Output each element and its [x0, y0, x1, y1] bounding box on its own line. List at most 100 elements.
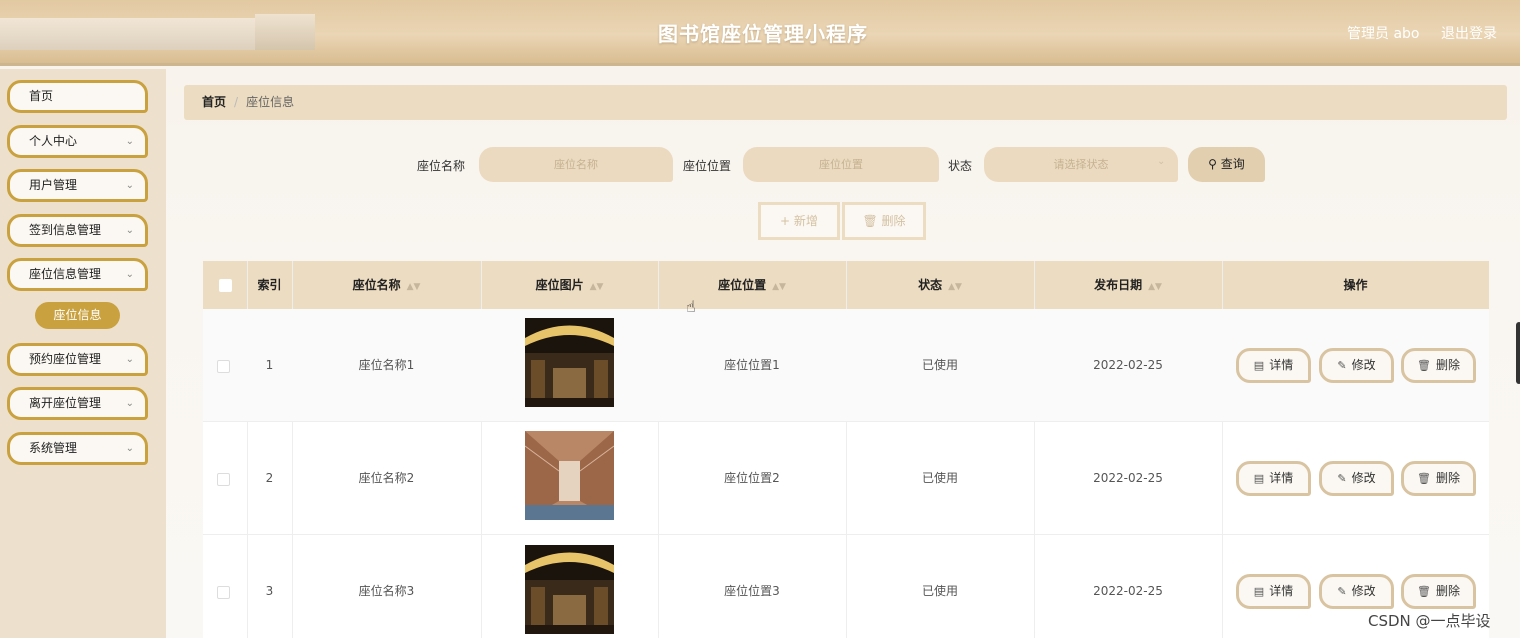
query-button[interactable]: ⚲ 查询	[1188, 147, 1265, 182]
chevron-down-icon: ⌄	[125, 354, 134, 365]
chevron-down-icon: ⌄	[125, 443, 134, 454]
header-actions: 操作	[1343, 278, 1368, 292]
batch-delete-button[interactable]: 🗑 删除	[842, 202, 926, 240]
sidebar-item-personal-center[interactable]: 个人中心 ⌄	[7, 125, 148, 158]
query-button-label: 查询	[1220, 157, 1245, 171]
document-icon: ▤	[1253, 472, 1265, 485]
detail-button[interactable]: ▤ 详情	[1236, 461, 1311, 496]
trash-icon: 🗑	[1417, 472, 1431, 485]
mouse-pointer-icon: ☝	[686, 297, 696, 316]
sort-icon: ▲▼	[772, 282, 786, 292]
seat-image	[525, 545, 614, 634]
sidebar-subitem-seat-info[interactable]: 座位信息	[35, 302, 120, 329]
edit-button[interactable]: ✎ 修改	[1319, 574, 1394, 609]
seat-image	[525, 318, 614, 407]
admin-user-label: 管理员 abo	[1347, 26, 1420, 42]
row-index: 3	[265, 584, 274, 598]
sidebar-item-label: 用户管理	[29, 178, 78, 192]
sidebar-item-reservation-management[interactable]: 预约座位管理 ⌄	[7, 343, 148, 376]
detail-button[interactable]: ▤ 详情	[1236, 574, 1311, 609]
header-seat-name[interactable]: 座位名称 ▲▼	[292, 261, 481, 309]
app-title: 图书馆座位管理小程序	[658, 22, 868, 46]
chevron-down-icon: ⌄	[125, 225, 134, 236]
sidebar-item-label: 首页	[29, 89, 54, 103]
watermark: CSDN @一点毕设	[1368, 612, 1491, 630]
pencil-icon: ✎	[1337, 472, 1347, 485]
sidebar-item-label: 系统管理	[29, 441, 78, 455]
seat-location-input[interactable]: 座位位置	[743, 147, 939, 182]
row-publish-date: 2022-02-25	[1093, 471, 1163, 485]
delete-button[interactable]: 🗑 删除	[1401, 461, 1476, 496]
delete-button-label: 删除	[881, 214, 906, 228]
status-label: 状态	[948, 159, 973, 173]
plus-icon: +	[780, 214, 794, 228]
edit-button[interactable]: ✎ 修改	[1319, 348, 1394, 383]
pencil-icon: ✎	[1337, 585, 1347, 598]
seat-table: 索引 座位名称 ▲▼ 座位图片 ▲▼ 座位位置 ▲▼ 状态 ▲▼ 发布日期 ▲▼ 操作 1…	[203, 261, 1489, 638]
sidebar-item-leave-management[interactable]: 离开座位管理 ⌄	[7, 387, 148, 420]
row-seat-name: 座位名称2	[358, 471, 415, 485]
detail-button[interactable]: ▤ 详情	[1236, 348, 1311, 383]
chevron-down-icon: ⌄	[1157, 156, 1166, 167]
sidebar-item-label: 个人中心	[29, 134, 78, 148]
row-index: 2	[265, 471, 274, 485]
top-header: 图书馆座位管理小程序 管理员 abo 退出登录	[0, 0, 1520, 66]
seat-location-label: 座位位置	[683, 159, 732, 173]
status-select[interactable]: 请选择状态	[984, 147, 1178, 182]
seat-name-label: 座位名称	[417, 159, 466, 173]
header-status[interactable]: 状态 ▲▼	[846, 261, 1034, 309]
sort-icon: ▲▼	[406, 282, 421, 292]
row-publish-date: 2022-02-25	[1093, 584, 1163, 598]
sidebar-item-signin-management[interactable]: 签到信息管理 ⌄	[7, 214, 148, 247]
delete-button[interactable]: 🗑 删除	[1401, 574, 1476, 609]
sort-icon: ▲▼	[589, 282, 604, 292]
chevron-down-icon: ⌄	[125, 398, 134, 409]
sidebar-item-seat-info-management[interactable]: 座位信息管理 ⌄	[7, 258, 148, 291]
row-seat-location: 座位位置1	[724, 358, 780, 372]
chevron-down-icon: ⌄	[125, 136, 134, 147]
row-index: 1	[265, 358, 274, 372]
chevron-down-icon: ⌄	[125, 180, 134, 191]
add-button[interactable]: + 新增	[758, 202, 840, 240]
table-row: 1 座位名称1 座位位置1 已使用 2022-02-25 ▤ 详情 ✎ 修改 🗑 删除	[203, 309, 1489, 422]
seat-name-input[interactable]: 座位名称	[479, 147, 673, 182]
delete-button[interactable]: 🗑 删除	[1401, 348, 1476, 383]
breadcrumb-separator: /	[234, 95, 239, 109]
trash-icon: 🗑	[1417, 585, 1431, 598]
row-publish-date: 2022-02-25	[1093, 358, 1163, 372]
scrollbar-handle[interactable]	[1516, 322, 1520, 384]
row-checkbox[interactable]	[217, 586, 230, 599]
breadcrumb-home[interactable]: 首页	[202, 95, 226, 109]
sidebar-item-system-management[interactable]: 系统管理 ⌄	[7, 432, 148, 465]
seat-image	[525, 431, 614, 520]
sidebar-item-user-management[interactable]: 用户管理 ⌄	[7, 169, 148, 202]
row-status: 已使用	[921, 358, 958, 372]
logout-link[interactable]: 退出登录	[1441, 23, 1497, 43]
document-icon: ▤	[1253, 585, 1265, 598]
sort-icon: ▲▼	[1148, 282, 1162, 292]
sort-icon: ▲▼	[948, 282, 962, 292]
header-seat-image[interactable]: 座位图片 ▲▼	[481, 261, 658, 309]
row-checkbox[interactable]	[217, 360, 230, 373]
trash-icon: 🗑	[1417, 359, 1431, 372]
row-status: 已使用	[921, 471, 958, 485]
select-all-checkbox[interactable]	[219, 279, 232, 292]
sidebar-item-label: 预约座位管理	[29, 352, 102, 366]
sidebar-item-home[interactable]: 首页	[7, 80, 148, 113]
pencil-icon: ✎	[1337, 359, 1347, 372]
header-publish-date[interactable]: 发布日期 ▲▼	[1034, 261, 1222, 309]
breadcrumb: 首页 / 座位信息	[184, 85, 1507, 120]
row-seat-name: 座位名称3	[358, 584, 415, 598]
row-seat-location: 座位位置2	[724, 471, 780, 485]
edit-button[interactable]: ✎ 修改	[1319, 461, 1394, 496]
sidebar-item-label: 座位信息管理	[29, 267, 102, 281]
breadcrumb-current: 座位信息	[246, 95, 295, 109]
row-seat-location: 座位位置3	[724, 584, 780, 598]
trash-icon: 🗑	[862, 214, 882, 228]
row-checkbox[interactable]	[217, 473, 230, 486]
row-status: 已使用	[921, 584, 958, 598]
row-seat-name: 座位名称1	[358, 358, 415, 372]
search-icon: ⚲	[1208, 157, 1217, 171]
table-row: 3 座位名称3 座位位置3 已使用 2022-02-25 ▤ 详情 ✎ 修改 🗑 删除	[203, 535, 1489, 638]
header-index: 索引	[257, 278, 282, 292]
